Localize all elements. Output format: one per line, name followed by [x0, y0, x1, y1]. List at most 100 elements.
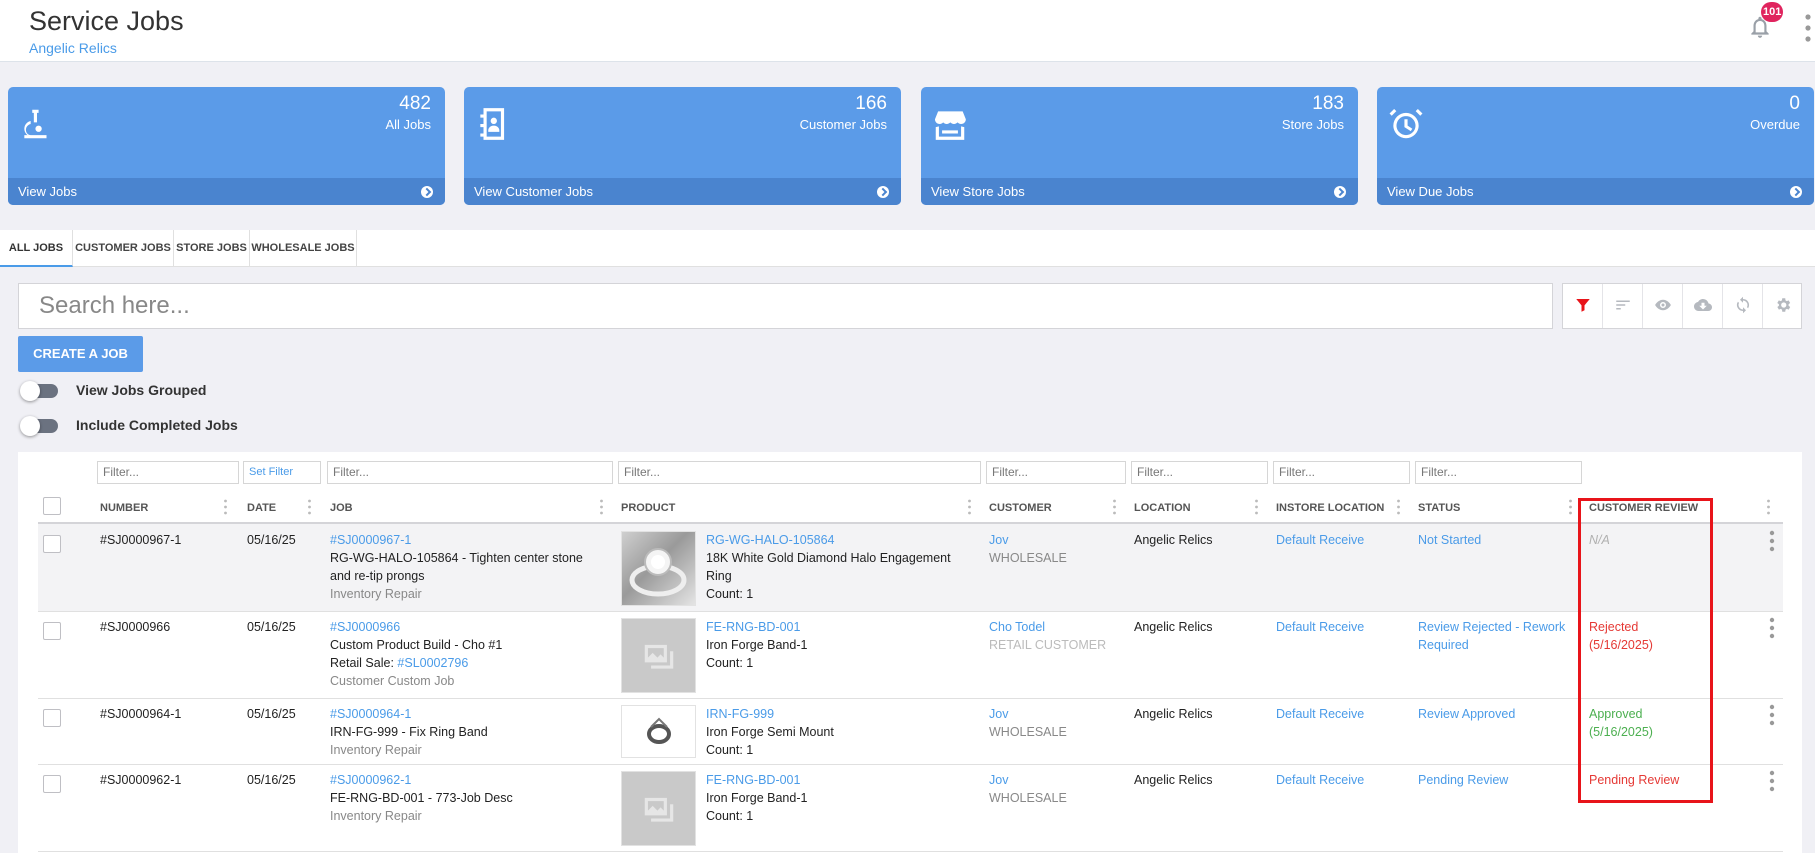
store-name[interactable]: Angelic Relics [29, 40, 117, 56]
job-link[interactable]: #SJ0000962-1 [330, 771, 615, 789]
card-link-label: View Due Jobs [1387, 184, 1474, 199]
column-header-customer[interactable]: CUSTOMER [989, 502, 1052, 514]
row-actions-icon[interactable] [1769, 530, 1775, 552]
include-completed-toggle[interactable] [20, 416, 58, 436]
more-options-icon[interactable] [1804, 12, 1812, 44]
card-overdue: 0 Overdue View Due Jobs [1377, 87, 1814, 205]
refresh-icon [1736, 296, 1750, 314]
column-menu-icon[interactable] [1397, 499, 1400, 515]
column-header-status[interactable]: STATUS [1418, 502, 1460, 514]
view-jobs-link[interactable]: View Jobs [8, 178, 445, 205]
row-actions-icon[interactable] [1769, 704, 1775, 726]
filter-customer[interactable]: Filter... [986, 461, 1126, 484]
refresh-button[interactable] [1723, 284, 1763, 328]
instore-location-link[interactable]: Default Receive [1276, 705, 1364, 723]
columns-visibility-button[interactable] [1643, 284, 1683, 328]
row-actions-icon[interactable] [1769, 770, 1775, 792]
status-link[interactable]: Review Rejected - Rework Required [1418, 618, 1568, 654]
filter-product[interactable]: Filter... [618, 461, 981, 484]
tab-all-jobs[interactable]: ALL JOBS [0, 230, 73, 267]
select-all-checkbox[interactable] [43, 497, 61, 515]
column-header-date[interactable]: DATE [247, 502, 276, 514]
column-menu-icon[interactable] [1569, 499, 1572, 515]
row-checkbox[interactable] [43, 709, 61, 727]
customer-cell: Jov WHOLESALE [989, 705, 1067, 741]
filter-date[interactable]: Set Filter [243, 461, 321, 484]
filter-job[interactable]: Filter... [327, 461, 613, 484]
column-header-job[interactable]: JOB [330, 502, 353, 514]
table-toolbar [1562, 283, 1802, 329]
column-menu-icon[interactable] [224, 499, 227, 515]
instore-location-link[interactable]: Default Receive [1276, 531, 1364, 549]
column-menu-icon[interactable] [308, 499, 311, 515]
job-link[interactable]: #SJ0000966 [330, 618, 615, 636]
view-store-jobs-link[interactable]: View Store Jobs [921, 178, 1358, 205]
row-checkbox[interactable] [43, 775, 61, 793]
column-menu-icon[interactable] [1255, 499, 1258, 515]
instore-location-link[interactable]: Default Receive [1276, 618, 1364, 636]
product-sku-link[interactable]: FE-RNG-BD-001 [706, 771, 981, 789]
column-header-product[interactable]: PRODUCT [621, 502, 675, 514]
retail-sale-link[interactable]: #SL0002796 [397, 656, 468, 670]
retail-sale-label: Retail Sale: [330, 656, 398, 670]
product-name: Iron Forge Band-1 [706, 638, 808, 652]
column-header-location[interactable]: LOCATION [1134, 502, 1191, 514]
column-menu-icon[interactable] [600, 499, 603, 515]
column-menu-icon[interactable] [968, 499, 971, 515]
image-placeholder-icon [644, 797, 674, 822]
card-label: All Jobs [385, 117, 431, 132]
product-name: Iron Forge Band-1 [706, 791, 808, 805]
customer-link[interactable]: Jov [989, 531, 1067, 549]
filter-number[interactable]: Filter... [97, 461, 239, 484]
product-name: Iron Forge Semi Mount [706, 725, 834, 739]
customer-link[interactable]: Cho Todel [989, 618, 1106, 636]
notification-badge: 101 [1761, 2, 1784, 22]
column-menu-icon[interactable] [1767, 499, 1770, 515]
filter-location[interactable]: Filter... [1131, 461, 1268, 484]
row-checkbox[interactable] [43, 535, 61, 553]
product-sku-link[interactable]: RG-WG-HALO-105864 [706, 531, 981, 549]
settings-icon [1777, 298, 1791, 312]
product-image-placeholder[interactable] [621, 771, 696, 846]
customer-cell: Jov WHOLESALE [989, 771, 1067, 807]
search-input[interactable]: Search here... [18, 283, 1553, 329]
customer-review-highlight [1578, 498, 1713, 803]
sort-button[interactable] [1603, 284, 1643, 328]
product-cell: IRN-FG-999 Iron Forge Semi Mount Count: … [706, 705, 981, 759]
product-sku-link[interactable]: IRN-FG-999 [706, 705, 981, 723]
customer-link[interactable]: Jov [989, 705, 1067, 723]
column-header-number[interactable]: NUMBER [100, 502, 148, 514]
export-button[interactable] [1683, 284, 1723, 328]
instore-location-link[interactable]: Default Receive [1276, 771, 1364, 789]
row-actions-icon[interactable] [1769, 617, 1775, 639]
product-sku-link[interactable]: FE-RNG-BD-001 [706, 618, 981, 636]
filter-status[interactable]: Filter... [1415, 461, 1582, 484]
status-link[interactable]: Not Started [1418, 531, 1481, 549]
filter-instore-location[interactable]: Filter... [1273, 461, 1410, 484]
view-customer-jobs-link[interactable]: View Customer Jobs [464, 178, 901, 205]
settings-button[interactable] [1763, 284, 1803, 328]
row-checkbox[interactable] [43, 622, 61, 640]
filter-button[interactable] [1563, 284, 1603, 328]
product-image[interactable] [621, 705, 696, 758]
view-due-jobs-link[interactable]: View Due Jobs [1377, 178, 1814, 205]
job-cell: #SJ0000966 Custom Product Build - Cho #1… [330, 618, 615, 690]
column-menu-icon[interactable] [1113, 499, 1116, 515]
job-date: 05/16/25 [247, 533, 296, 547]
create-job-button[interactable]: CREATE A JOB [18, 336, 143, 372]
product-count: Count: 1 [706, 743, 754, 757]
job-link[interactable]: #SJ0000964-1 [330, 705, 615, 723]
job-link[interactable]: #SJ0000967-1 [330, 531, 615, 549]
tab-wholesale-jobs[interactable]: WHOLESALE JOBS [250, 230, 357, 267]
customer-link[interactable]: Jov [989, 771, 1067, 789]
tab-store-jobs[interactable]: STORE JOBS [174, 230, 250, 267]
view-grouped-toggle[interactable] [20, 381, 58, 401]
status-link[interactable]: Review Approved [1418, 705, 1515, 723]
product-image[interactable] [621, 531, 696, 606]
product-count: Count: 1 [706, 656, 754, 670]
product-image-placeholder[interactable] [621, 618, 696, 693]
status-link[interactable]: Pending Review [1418, 771, 1508, 789]
column-header-instore-location[interactable]: INSTORE LOCATION [1276, 502, 1384, 514]
customer-type: WHOLESALE [989, 551, 1067, 565]
tab-customer-jobs[interactable]: CUSTOMER JOBS [73, 230, 174, 267]
